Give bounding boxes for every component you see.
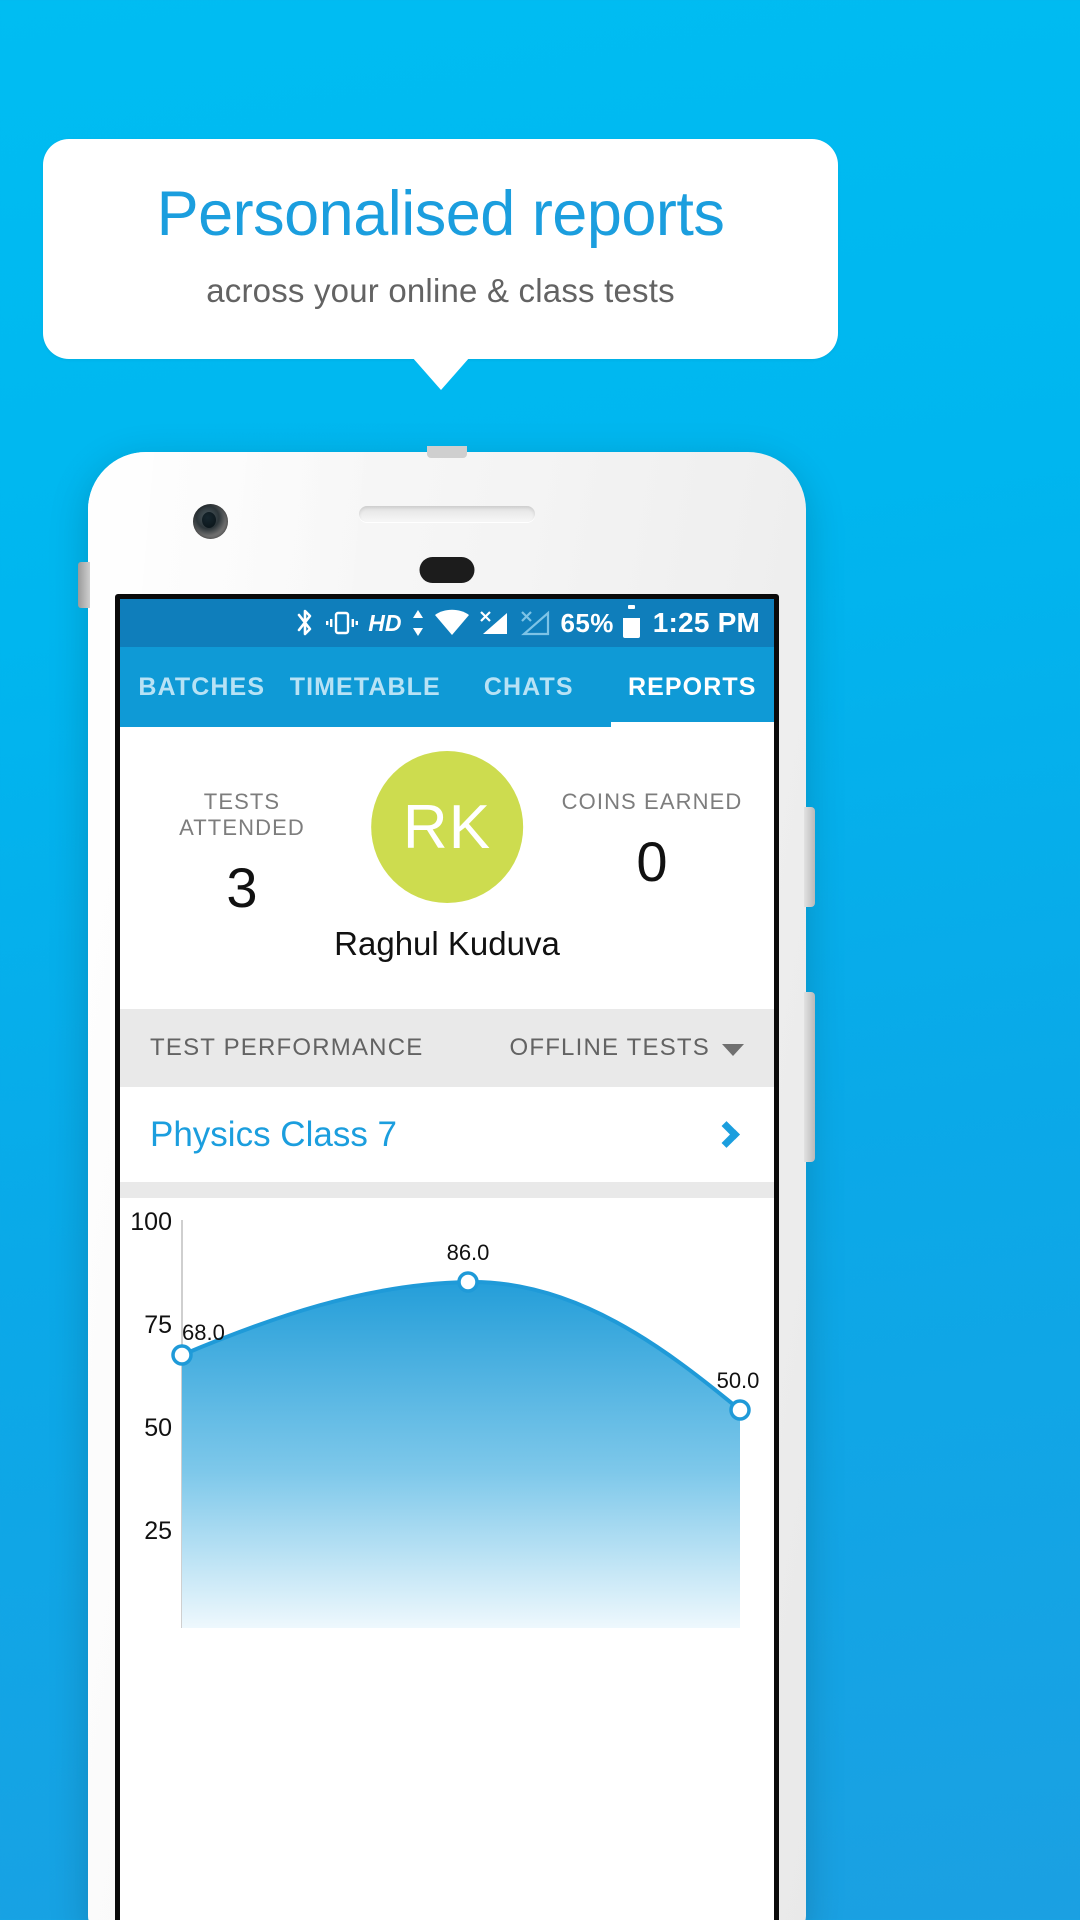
filter-label: OFFLINE TESTS (509, 1034, 710, 1061)
wifi-icon (434, 609, 470, 637)
signal-1-icon (479, 609, 511, 637)
y-tick-25: 25 (144, 1517, 172, 1545)
bluetooth-icon (294, 608, 316, 638)
promo-subtitle: across your online & class tests (206, 271, 675, 309)
proximity-sensor (419, 557, 475, 583)
performance-chart: 100 75 50 25 68.0 86.0 50.0 (120, 1198, 774, 1628)
tab-chats[interactable]: CHATS (447, 647, 611, 727)
battery-icon (622, 604, 640, 638)
status-bar: HD 65% 1:25 PM (120, 599, 774, 647)
tests-attended-label: TESTS ATTENDED (179, 789, 305, 840)
tab-batches[interactable]: BATCHES (120, 647, 284, 727)
class-row[interactable]: Physics Class 7 (120, 1087, 774, 1182)
chevron-right-icon (713, 1121, 740, 1148)
offline-tests-dropdown[interactable]: OFFLINE TESTS (509, 1034, 744, 1062)
data-point-label-1: 68.0 (182, 1320, 225, 1345)
phone-screen: HD 65% 1:25 PM BATCHES TIMETABLE CHATS R… (120, 599, 774, 1920)
promo-callout: Personalised reports across your online … (43, 139, 838, 359)
data-point-marker-2 (457, 1271, 479, 1293)
tab-reports[interactable]: REPORTS (610, 647, 775, 727)
y-tick-75: 75 (144, 1311, 172, 1339)
data-point-label-3: 50.0 (717, 1368, 760, 1393)
avatar-block: RK Raghul Kuduva (334, 751, 560, 963)
earpiece-speaker (359, 506, 535, 522)
signal-2-icon (520, 609, 552, 637)
chart-svg: 100 75 50 25 68.0 86.0 50.0 (130, 1208, 760, 1628)
tests-attended-value: 3 (226, 856, 258, 919)
volume-button[interactable] (804, 807, 815, 907)
data-point-marker-3 (729, 1399, 751, 1421)
section-divider (120, 1182, 774, 1198)
promo-title: Personalised reports (156, 178, 725, 249)
profile-summary: TESTS ATTENDED 3 RK Raghul Kuduva COINS … (120, 727, 774, 1009)
screen-bezel: HD 65% 1:25 PM BATCHES TIMETABLE CHATS R… (115, 594, 779, 1920)
test-performance-header: TEST PERFORMANCE OFFLINE TESTS (120, 1009, 774, 1087)
device-top-notch (427, 446, 467, 458)
chart-area-fill (182, 1281, 740, 1628)
hd-icon: HD (368, 609, 402, 636)
section-title: TEST PERFORMANCE (150, 1034, 424, 1061)
phone-device: HD 65% 1:25 PM BATCHES TIMETABLE CHATS R… (78, 446, 815, 1920)
data-point-label-2: 86.0 (447, 1240, 490, 1265)
power-button[interactable] (804, 992, 815, 1162)
clock-label: 1:25 PM (652, 607, 760, 638)
stat-coins-earned: COINS EARNED 0 (552, 727, 752, 894)
left-side-button[interactable] (78, 562, 90, 608)
promo-callout-tail (412, 357, 470, 390)
chevron-down-icon (722, 1043, 744, 1056)
user-name: Raghul Kuduva (334, 925, 560, 962)
tab-timetable[interactable]: TIMETABLE (284, 647, 448, 727)
vibrate-icon (325, 609, 359, 637)
stat-tests-attended: TESTS ATTENDED 3 (142, 727, 342, 920)
tab-bar: BATCHES TIMETABLE CHATS REPORTS (120, 647, 774, 727)
front-camera-icon (193, 504, 228, 539)
y-tick-100: 100 (130, 1208, 172, 1236)
coins-earned-label: COINS EARNED (561, 789, 743, 814)
y-tick-50: 50 (144, 1414, 172, 1442)
data-transfer-icon (411, 609, 425, 637)
class-name-label: Physics Class 7 (150, 1114, 398, 1154)
coins-earned-value: 0 (636, 830, 668, 893)
battery-percent-label: 65% (560, 607, 614, 638)
avatar[interactable]: RK (370, 751, 523, 903)
data-point-marker-1 (171, 1344, 193, 1366)
